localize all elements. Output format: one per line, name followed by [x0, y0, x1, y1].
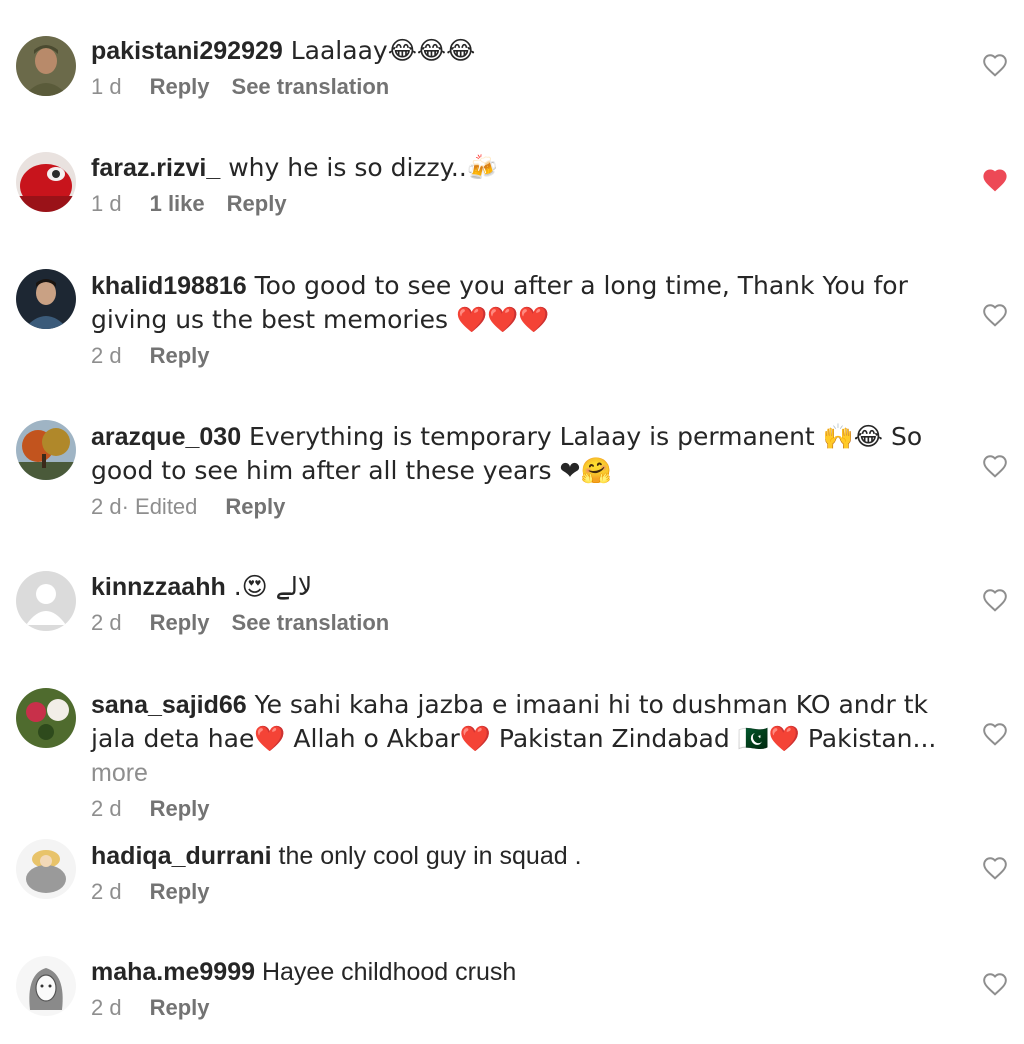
heart-outline-icon: [983, 455, 1007, 478]
comment-username[interactable]: pakistani292929: [91, 37, 283, 65]
like-button[interactable]: [982, 53, 1008, 77]
comment-timestamp: 1 d: [91, 74, 122, 99]
comment-username[interactable]: hadiqa_durrani: [91, 842, 272, 870]
like-button[interactable]: [982, 856, 1008, 880]
heart-outline-icon: [983, 973, 1007, 996]
comment-timestamp: 2 d: [91, 610, 122, 635]
avatar[interactable]: [16, 956, 76, 1016]
reply-button[interactable]: Reply: [150, 794, 210, 824]
comment-meta: 2 d Reply: [91, 794, 951, 824]
comment-text: khalid198816 Too good to see you after a…: [91, 271, 908, 334]
comment-text: sana_sajid66 Ye sahi kaha jazba e imaani…: [91, 690, 937, 787]
heart-filled-icon: [983, 169, 1007, 192]
comment-text: maha.me9999 Hayee childhood crush: [91, 958, 517, 986]
comment-timestamp: 2 d: [91, 796, 122, 821]
avatar[interactable]: [16, 420, 76, 480]
comment-timestamp: 2 d: [91, 995, 122, 1020]
reply-button[interactable]: Reply: [150, 608, 210, 638]
comment-username[interactable]: arazque_030: [91, 423, 241, 451]
comment-meta: 2 d Reply See translation: [91, 608, 951, 638]
see-translation-button[interactable]: See translation: [232, 608, 390, 638]
comment-timestamp: 1 d: [91, 191, 122, 216]
comment-meta: 1 d Reply See translation: [91, 72, 951, 102]
comment-text: hadiqa_durrani the only cool guy in squa…: [91, 842, 582, 870]
reply-button[interactable]: Reply: [150, 993, 210, 1023]
heart-outline-icon: [983, 723, 1007, 746]
comment-text: kinnzzaahh .😍 لالے: [91, 572, 313, 601]
avatar[interactable]: [16, 269, 76, 329]
like-button[interactable]: [982, 722, 1008, 746]
reply-button[interactable]: Reply: [225, 492, 285, 522]
like-button[interactable]: [982, 168, 1008, 192]
heart-outline-icon: [983, 857, 1007, 880]
avatar[interactable]: [16, 571, 76, 631]
reply-button[interactable]: Reply: [150, 877, 210, 907]
avatar[interactable]: [16, 839, 76, 899]
reply-button[interactable]: Reply: [227, 189, 287, 219]
comment-username[interactable]: maha.me9999: [91, 958, 255, 986]
avatar[interactable]: [16, 36, 76, 96]
heart-outline-icon: [983, 589, 1007, 612]
heart-outline-icon: [983, 54, 1007, 77]
avatar[interactable]: [16, 688, 76, 748]
comment-text: arazque_030 Everything is temporary Lala…: [91, 422, 923, 485]
comment-text: pakistani292929 Laalaay😂😂😂: [91, 36, 476, 65]
comment-meta: 2 d· Edited Reply: [91, 492, 951, 522]
heart-outline-icon: [983, 304, 1007, 327]
comment-username[interactable]: khalid198816: [91, 272, 247, 300]
avatar[interactable]: [16, 152, 76, 212]
more-button[interactable]: more: [91, 759, 148, 787]
comment-timestamp: 2 d: [91, 879, 122, 904]
see-translation-button[interactable]: See translation: [232, 72, 390, 102]
comment-username[interactable]: sana_sajid66: [91, 691, 247, 719]
comment-meta: 2 d Reply: [91, 993, 951, 1023]
like-button[interactable]: [982, 454, 1008, 478]
comment-meta: 1 d 1 like Reply: [91, 189, 951, 219]
like-button[interactable]: [982, 972, 1008, 996]
likes-count[interactable]: 1 like: [150, 189, 205, 219]
reply-button[interactable]: Reply: [150, 72, 210, 102]
comment-meta: 2 d Reply: [91, 877, 951, 907]
like-button[interactable]: [982, 303, 1008, 327]
comment-username[interactable]: kinnzzaahh: [91, 573, 226, 601]
comment-text: faraz.rizvi_ why he is so dizzy..🍻: [91, 153, 498, 182]
comment-timestamp: 2 d· Edited: [91, 494, 198, 519]
comment-timestamp: 2 d: [91, 343, 122, 368]
comment-username[interactable]: faraz.rizvi_: [91, 154, 220, 182]
reply-button[interactable]: Reply: [150, 341, 210, 371]
comment-meta: 2 d Reply: [91, 341, 951, 371]
default-profile-icon: [16, 571, 76, 631]
like-button[interactable]: [982, 588, 1008, 612]
